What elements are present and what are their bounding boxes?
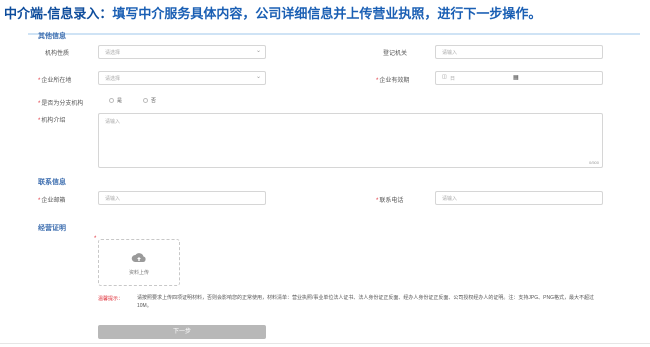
- upload-area[interactable]: 资料上传: [98, 239, 180, 286]
- char-counter: 0/500: [588, 160, 599, 165]
- org-nature-select[interactable]: 请选择 ⌄: [98, 45, 266, 59]
- phone-label: *联系电话: [376, 198, 404, 204]
- reg-authority-input[interactable]: 请输入: [435, 45, 603, 59]
- upload-required-mark: *: [94, 236, 97, 242]
- validity-date-picker[interactable]: ◫ 日 ▦: [435, 71, 603, 85]
- email-input[interactable]: 请输入: [98, 191, 266, 205]
- chevron-down-icon: ⌄: [255, 74, 261, 80]
- location-select[interactable]: 请选择 ⌄: [98, 71, 266, 85]
- branch-radio-no[interactable]: 否: [143, 97, 156, 104]
- validity-label: *企业有效期: [376, 78, 410, 84]
- tips-label: 温馨提示：: [98, 296, 124, 302]
- phone-input[interactable]: 请输入: [435, 191, 603, 205]
- cloud-upload-icon: [99, 251, 179, 269]
- header-title-rest: 填写中介服务具体内容，公司详细信息并上传营业执照，进行下一步操作。: [112, 6, 542, 21]
- upload-label: 资料上传: [128, 270, 149, 276]
- next-step-button[interactable]: 下一步: [98, 325, 266, 339]
- email-label: *企业邮箱: [38, 198, 66, 204]
- location-label: *企业所在地: [38, 78, 72, 84]
- bottom-divider: [0, 343, 650, 344]
- radio-circle-icon: [109, 98, 114, 104]
- intro-textarea[interactable]: 请输入 0/500: [98, 113, 603, 168]
- calendar-icon: ◫: [442, 74, 447, 80]
- section-contact-info: 联系信息: [38, 179, 66, 186]
- intro-label: *机构介绍: [38, 118, 66, 124]
- reg-authority-label: 登记机关: [383, 51, 408, 57]
- section-business-cert: 经营证明: [38, 225, 66, 232]
- section-other-info: 其他信息: [38, 33, 66, 40]
- tips-text: 请按照要求上传四项证明材料，否则会影响您的正常使用，材料清单：营业执照/事业单位…: [137, 295, 594, 309]
- chevron-down-icon: ⌄: [255, 48, 261, 54]
- branch-radio-yes[interactable]: 是: [109, 97, 122, 104]
- header-title-strong: 中介端-信息录入：: [4, 6, 113, 21]
- org-nature-label: 机构性质: [45, 51, 70, 57]
- page-header: 中介端-信息录入：填写中介服务具体内容，公司详细信息并上传营业执照，进行下一步操…: [4, 5, 541, 23]
- radio-circle-icon: [143, 98, 148, 104]
- calendar-end-icon: ▦: [513, 75, 519, 81]
- top-divider: [28, 33, 640, 35]
- branch-label: *是否为分支机构: [38, 101, 84, 107]
